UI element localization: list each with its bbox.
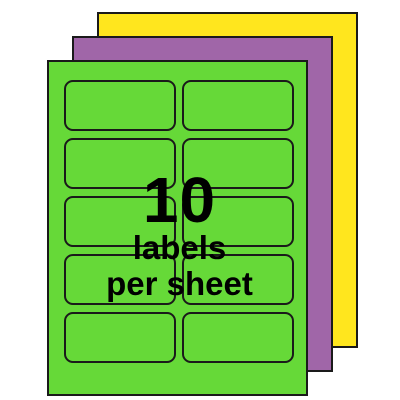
label-cell [64, 312, 176, 363]
caption-labels: labels [132, 229, 227, 266]
caption-per-sheet: per sheet [106, 265, 253, 302]
green-label-sheet: 10 labels per sheet [47, 60, 308, 396]
label-count: 10 [142, 164, 217, 236]
label-cell [64, 80, 176, 131]
product-illustration: 10 labels per sheet [0, 0, 400, 400]
label-cell [182, 80, 294, 131]
label-cell [182, 312, 294, 363]
